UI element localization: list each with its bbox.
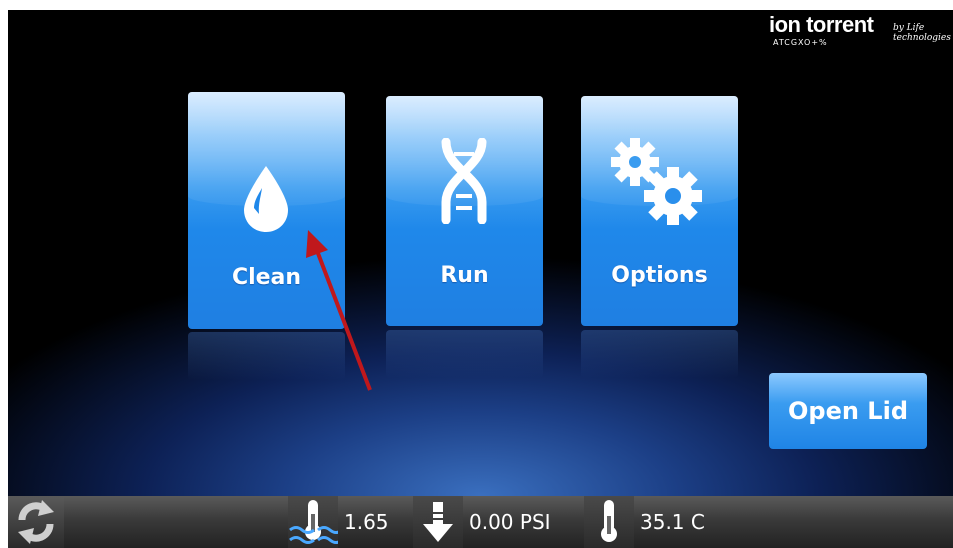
water-drop-icon	[244, 166, 288, 232]
gears-icon	[611, 138, 702, 225]
refresh-icon	[18, 500, 54, 544]
logo-byline: by Life technologies	[893, 23, 951, 43]
ion-torrent-logo: ion torrent by Life technologies ATCGXO+…	[767, 12, 951, 52]
options-label: Options	[611, 263, 708, 288]
thermometer-waves-icon	[288, 496, 343, 548]
instrument-screen: ion torrent by Life technologies ATCGXO+…	[8, 10, 953, 548]
status-bar: 1.65 0.00 PSI 35.1 C	[8, 496, 953, 548]
options-button[interactable]: Options	[581, 96, 738, 326]
temperature-indicator: 35.1 C	[584, 496, 705, 548]
pressure-indicator: 0.00 PSI	[413, 496, 551, 548]
temperature-value: 35.1 C	[640, 510, 705, 534]
logo-glyphs: ATCGXO+%	[773, 38, 828, 47]
run-button[interactable]: Run	[386, 96, 543, 326]
clean-button[interactable]: Clean	[188, 92, 345, 329]
open-lid-button[interactable]: Open Lid	[769, 373, 927, 449]
refresh-button[interactable]	[8, 496, 64, 548]
pressure-value: 0.00 PSI	[469, 510, 551, 534]
clean-label: Clean	[231, 265, 302, 290]
thermometer-icon	[584, 496, 634, 548]
level-value: 1.65	[344, 510, 389, 534]
pressure-down-arrow-icon	[413, 496, 463, 548]
run-reflection	[386, 330, 543, 378]
dna-helix-icon	[441, 138, 487, 224]
level-indicator: 1.65	[288, 496, 389, 548]
options-reflection	[581, 330, 738, 378]
clean-reflection	[188, 332, 345, 380]
run-label: Run	[440, 263, 489, 288]
logo-brand: ion torrent	[769, 12, 874, 37]
